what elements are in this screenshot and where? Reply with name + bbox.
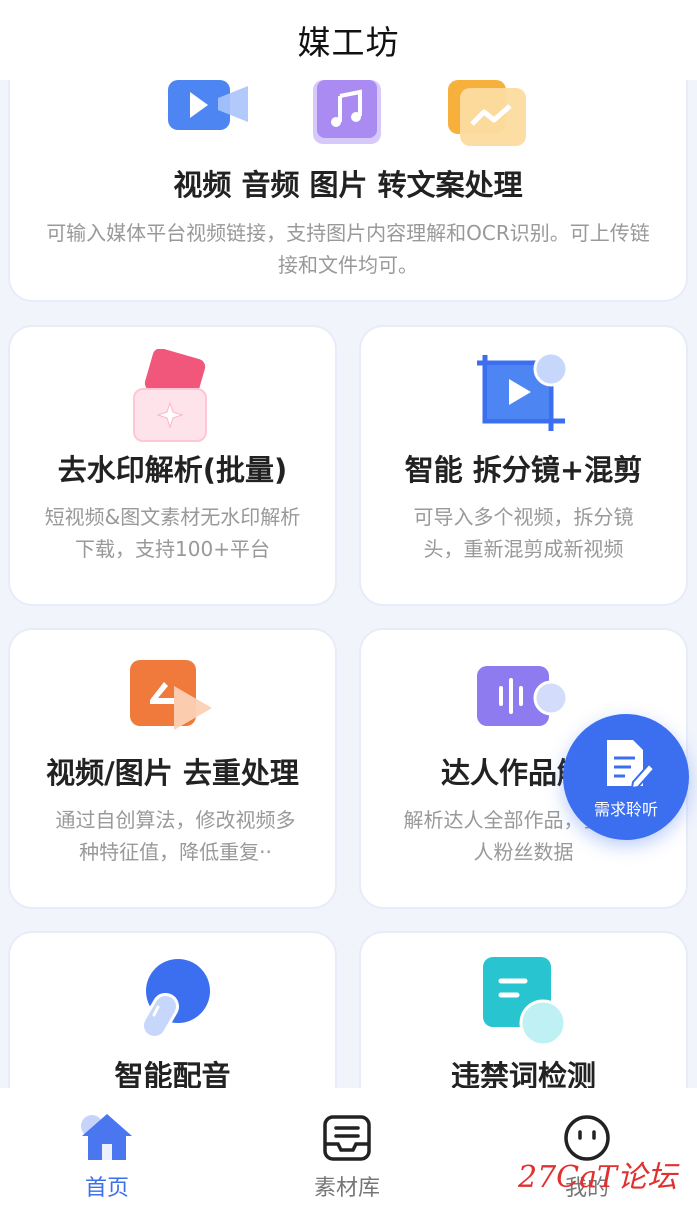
- card-banned-words[interactable]: 违禁词检测: [361, 933, 686, 1088]
- card-dedup[interactable]: 视频/图片 去重处理 通过自创算法，修改视频多种特征值，降低重复··: [10, 630, 335, 907]
- edit-document-icon: [607, 740, 655, 790]
- card-media-to-text[interactable]: 视频 音频 图片 转文案处理 可输入媒体平台视频链接，支持图片内容理解和OCR识…: [10, 80, 686, 300]
- nav-label: 素材库: [313, 1176, 380, 1201]
- card-title: 智能 拆分镜+混剪: [404, 453, 643, 487]
- nav-label: 首页: [84, 1176, 129, 1201]
- feedback-fab-button[interactable]: 需求聆听: [563, 714, 689, 840]
- card-title: 智能配音: [114, 1059, 231, 1088]
- forum-watermark: 27CaT论坛: [518, 1160, 678, 1195]
- feature-list[interactable]: 视频 音频 图片 转文案处理 可输入媒体平台视频链接，支持图片内容理解和OCR识…: [0, 80, 697, 1088]
- image-icon: [448, 80, 526, 146]
- document-check-icon: [483, 957, 567, 1047]
- card-title: 违禁词检测: [450, 1059, 596, 1088]
- card-title: 去水印解析(批量): [57, 453, 288, 487]
- microphone-icon: [141, 959, 210, 1040]
- card-description: 通过自创算法，修改视频多种特征值，降低重复··: [55, 808, 296, 864]
- card-voiceover[interactable]: 智能配音: [10, 933, 335, 1088]
- video-icon: [168, 80, 248, 130]
- fab-label: 需求聆听: [593, 800, 658, 819]
- card-title: 视频 音频 图片 转文案处理: [173, 168, 523, 202]
- crop-video-icon: [477, 351, 569, 431]
- app-header: 媒工坊: [0, 0, 697, 80]
- nav-item-library[interactable]: 素材库: [267, 1088, 427, 1211]
- card-description: 短视频&图文素材无水印解析下载，支持100+平台: [44, 505, 301, 561]
- card-watermark-removal[interactable]: 去水印解析(批量) 短视频&图文素材无水印解析下载，支持100+平台: [10, 327, 335, 604]
- card-split-remix[interactable]: 智能 拆分镜+混剪 可导入多个视频，拆分镜头，重新混剪成新视频: [361, 327, 686, 604]
- card-description: 可输入媒体平台视频链接，支持图片内容理解和OCR识别。可上传链接和文件均可。: [46, 221, 650, 277]
- inbox-icon: [323, 1115, 371, 1161]
- sparkle-card-icon: [133, 349, 207, 442]
- card-title: 视频/图片 去重处理: [46, 756, 299, 790]
- music-icon: [313, 80, 381, 144]
- nav-item-home[interactable]: 首页: [27, 1088, 187, 1211]
- audio-wave-icon: [477, 666, 569, 726]
- app-title: 媒工坊: [297, 23, 400, 62]
- home-icon: [81, 1114, 132, 1160]
- card-description: 可导入多个视频，拆分镜头，重新混剪成新视频: [413, 505, 634, 561]
- dedup-icon: [130, 660, 212, 730]
